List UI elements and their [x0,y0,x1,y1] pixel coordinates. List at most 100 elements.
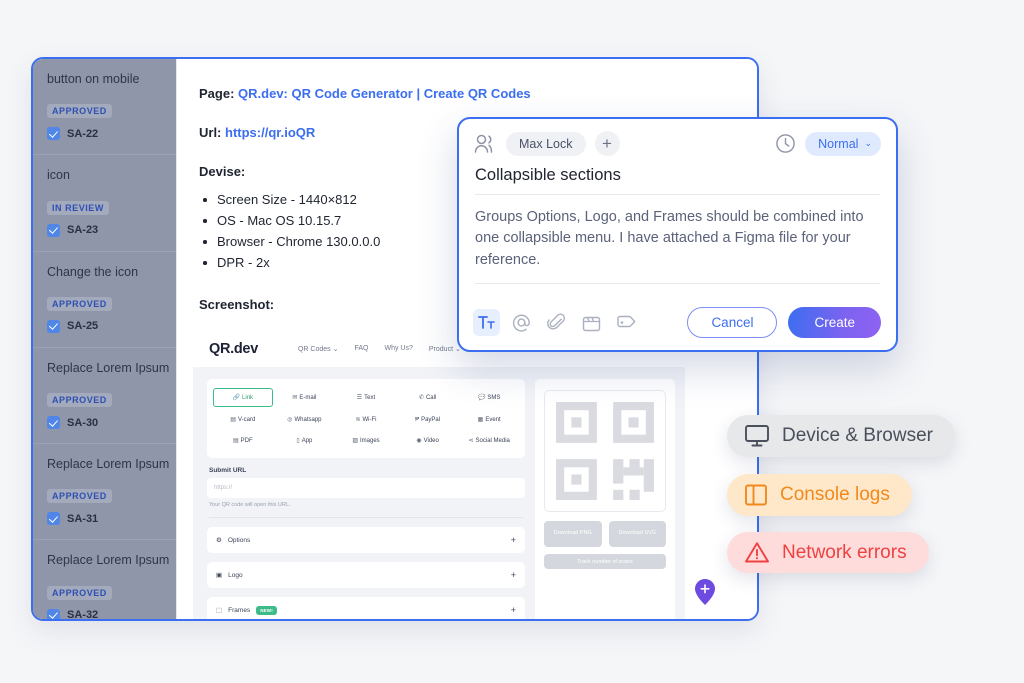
submit-url-hint: Your QR code will open this URL. [209,502,291,508]
screenshot-preview[interactable]: QR.dev QR Codes ⌄ FAQ Why Us? Product ⌄ 🔗 Li… [193,331,685,619]
qr-type-wi-fi[interactable]: ≋ Wi-Fi [336,411,396,428]
submit-url-input[interactable]: https:// [207,478,525,498]
page-link-primary[interactable]: QR.dev: QR Code Generator [238,86,413,101]
sidebar-issue-key-row: SA-32 [47,608,162,619]
url-label: Url: [199,125,222,140]
issue-checkbox[interactable] [47,512,60,526]
qr-type-images[interactable]: ▨ Images [336,432,396,449]
expand-icon[interactable]: + [511,535,516,545]
preview-nav-link[interactable]: Product ⌄ [429,345,461,353]
preview-nav-link[interactable]: Why Us? [384,345,412,353]
issue-checkbox[interactable] [47,416,60,429]
qr-type-sms[interactable]: 💬 SMS [459,388,519,407]
sidebar-issue-item[interactable]: icon IN REVIEW SA-23 [33,155,176,252]
qr-type-label: PayPal [421,416,441,423]
qr-type-text[interactable]: ☰ Text [336,388,396,407]
track-scans-button[interactable]: Track number of scans [544,554,666,569]
modal-body-text[interactable]: Groups Options, Logo, and Frames should … [459,195,896,271]
tag-icon[interactable] [613,309,640,336]
sidebar-issue-item[interactable]: Change the icon APPROVED SA-25 [33,252,176,348]
qr-type-video[interactable]: ◉ Video [398,432,458,449]
preview-accordion-list[interactable]: ⚙ Options + ▣ Logo + ⬚ Frames NEW! + [207,527,525,619]
submit-url-label: Submit URL [209,467,247,474]
sidebar-issue-item[interactable]: Replace Lorem Ipsum APPROVED SA-30 [33,348,176,444]
expand-icon[interactable]: + [511,605,516,615]
download-png-button[interactable]: Download PNG [544,521,602,547]
sidebar-issue-item[interactable]: Replace Lorem Ipsum APPROVED SA-32 [33,540,176,619]
url-link[interactable]: https://qr.ioQR [225,125,315,140]
sidebar-issue-item[interactable]: Replace Lorem Ipsum APPROVED SA-31 [33,444,176,541]
qr-type-e-mail[interactable]: ✉ E-mail [275,388,335,407]
priority-dropdown[interactable]: Normal ⌄ [805,131,881,156]
preview-nav-links[interactable]: QR Codes ⌄ FAQ Why Us? Product ⌄ [298,345,461,353]
preview-nav-link[interactable]: FAQ [354,345,368,353]
annotation-pin-icon[interactable] [695,579,715,605]
issue-checkbox[interactable] [47,319,60,333]
status-badge: APPROVED [47,489,112,504]
issue-list-sidebar[interactable]: button on mobile APPROVED SA-22 icon IN REVI… [33,59,176,619]
sms-icon: 💬 [477,395,486,401]
qr-type-whatsapp[interactable]: ◎ Whatsapp [275,411,335,428]
expand-icon[interactable]: + [511,570,516,580]
video-icon: ◉ [416,438,422,444]
sidebar-issue-title: Replace Lorem Ipsum [47,553,170,568]
new-badge: NEW! [256,605,277,615]
sidebar-issue-key-row: SA-30 [47,416,162,429]
cancel-button[interactable]: Cancel [687,307,778,338]
text-icon: ☰ [356,395,363,401]
badge-network-errors[interactable]: Network errors [727,532,929,573]
link-icon: 🔗 [232,395,241,401]
modal-header-right: Normal ⌄ [775,131,881,156]
modal-actions: Cancel Create [687,307,881,338]
clock-icon[interactable] [775,133,796,154]
accordion-options[interactable]: ⚙ Options + [207,527,525,553]
add-assignee-button[interactable]: + [594,131,620,156]
preview-nav-link[interactable]: QR Codes ⌄ [298,345,339,353]
app-icon: ▯ [296,438,300,444]
download-svg-button[interactable]: Download SVG [608,521,666,547]
qr-type-pdf[interactable]: ▤ PDF [213,432,273,449]
status-badge: APPROVED [47,585,112,600]
accordion-logo[interactable]: ▣ Logo + [207,562,525,588]
qr-type-link[interactable]: 🔗 Link [213,388,273,407]
accordion-label: Logo [228,571,243,579]
status-badge: IN REVIEW [47,200,109,215]
people-icon [474,134,493,153]
sidebar-issue-key-row: SA-23 [47,223,162,237]
qr-type-label: V-card [237,416,256,423]
page-link-secondary[interactable]: Create QR Codes [424,86,531,101]
qr-type-grid[interactable]: 🔗 Link ✉ E-mail ☰ Text ✆ Call 💬 SMS ▤ V-card ◎ Whatsa… [207,379,525,458]
accordion-frames[interactable]: ⬚ Frames NEW! + [207,597,525,619]
wifi-icon: ≋ [355,417,361,423]
modal-footer-divider [475,283,880,285]
create-button[interactable]: Create [788,307,881,338]
issue-checkbox[interactable] [47,127,60,141]
qr-type-social-media[interactable]: ⋖ Social Media [459,432,519,449]
qr-code-frame [544,390,666,512]
attachment-icon[interactable] [543,309,570,336]
page-separator: | [416,86,421,101]
sidebar-issue-title: icon [47,168,70,183]
qr-type-label: E-mail [299,394,317,401]
accordion-label: Options [227,536,251,544]
qr-type-event[interactable]: ▦ Event [459,411,519,428]
status-badge: APPROVED [47,296,112,311]
preview-logo: QR.dev [209,341,258,357]
qr-type-v-card[interactable]: ▤ V-card [213,411,273,428]
text-format-icon[interactable] [473,309,500,336]
mention-icon[interactable] [508,309,535,336]
badge-network-errors-label: Network errors [782,541,907,563]
qr-type-label: Call [425,394,437,401]
issue-checkbox[interactable] [47,608,60,619]
qr-type-app[interactable]: ▯ App [275,432,335,449]
issue-checkbox[interactable] [47,223,60,237]
assignee-pill[interactable]: Max Lock [506,131,586,156]
sidebar-issue-item[interactable]: button on mobile APPROVED SA-22 [33,59,176,156]
comment-modal: Max Lock + Normal ⌄ Collapsible sections… [457,117,898,352]
video-icon[interactable] [578,309,605,336]
qr-type-call[interactable]: ✆ Call [398,388,458,407]
badge-console-logs[interactable]: Console logs [727,474,912,516]
qr-type-paypal[interactable]: ₱ PayPal [398,411,458,428]
badge-device-browser[interactable]: Device & Browser [727,415,955,457]
qr-type-label: Social Media [475,437,510,444]
